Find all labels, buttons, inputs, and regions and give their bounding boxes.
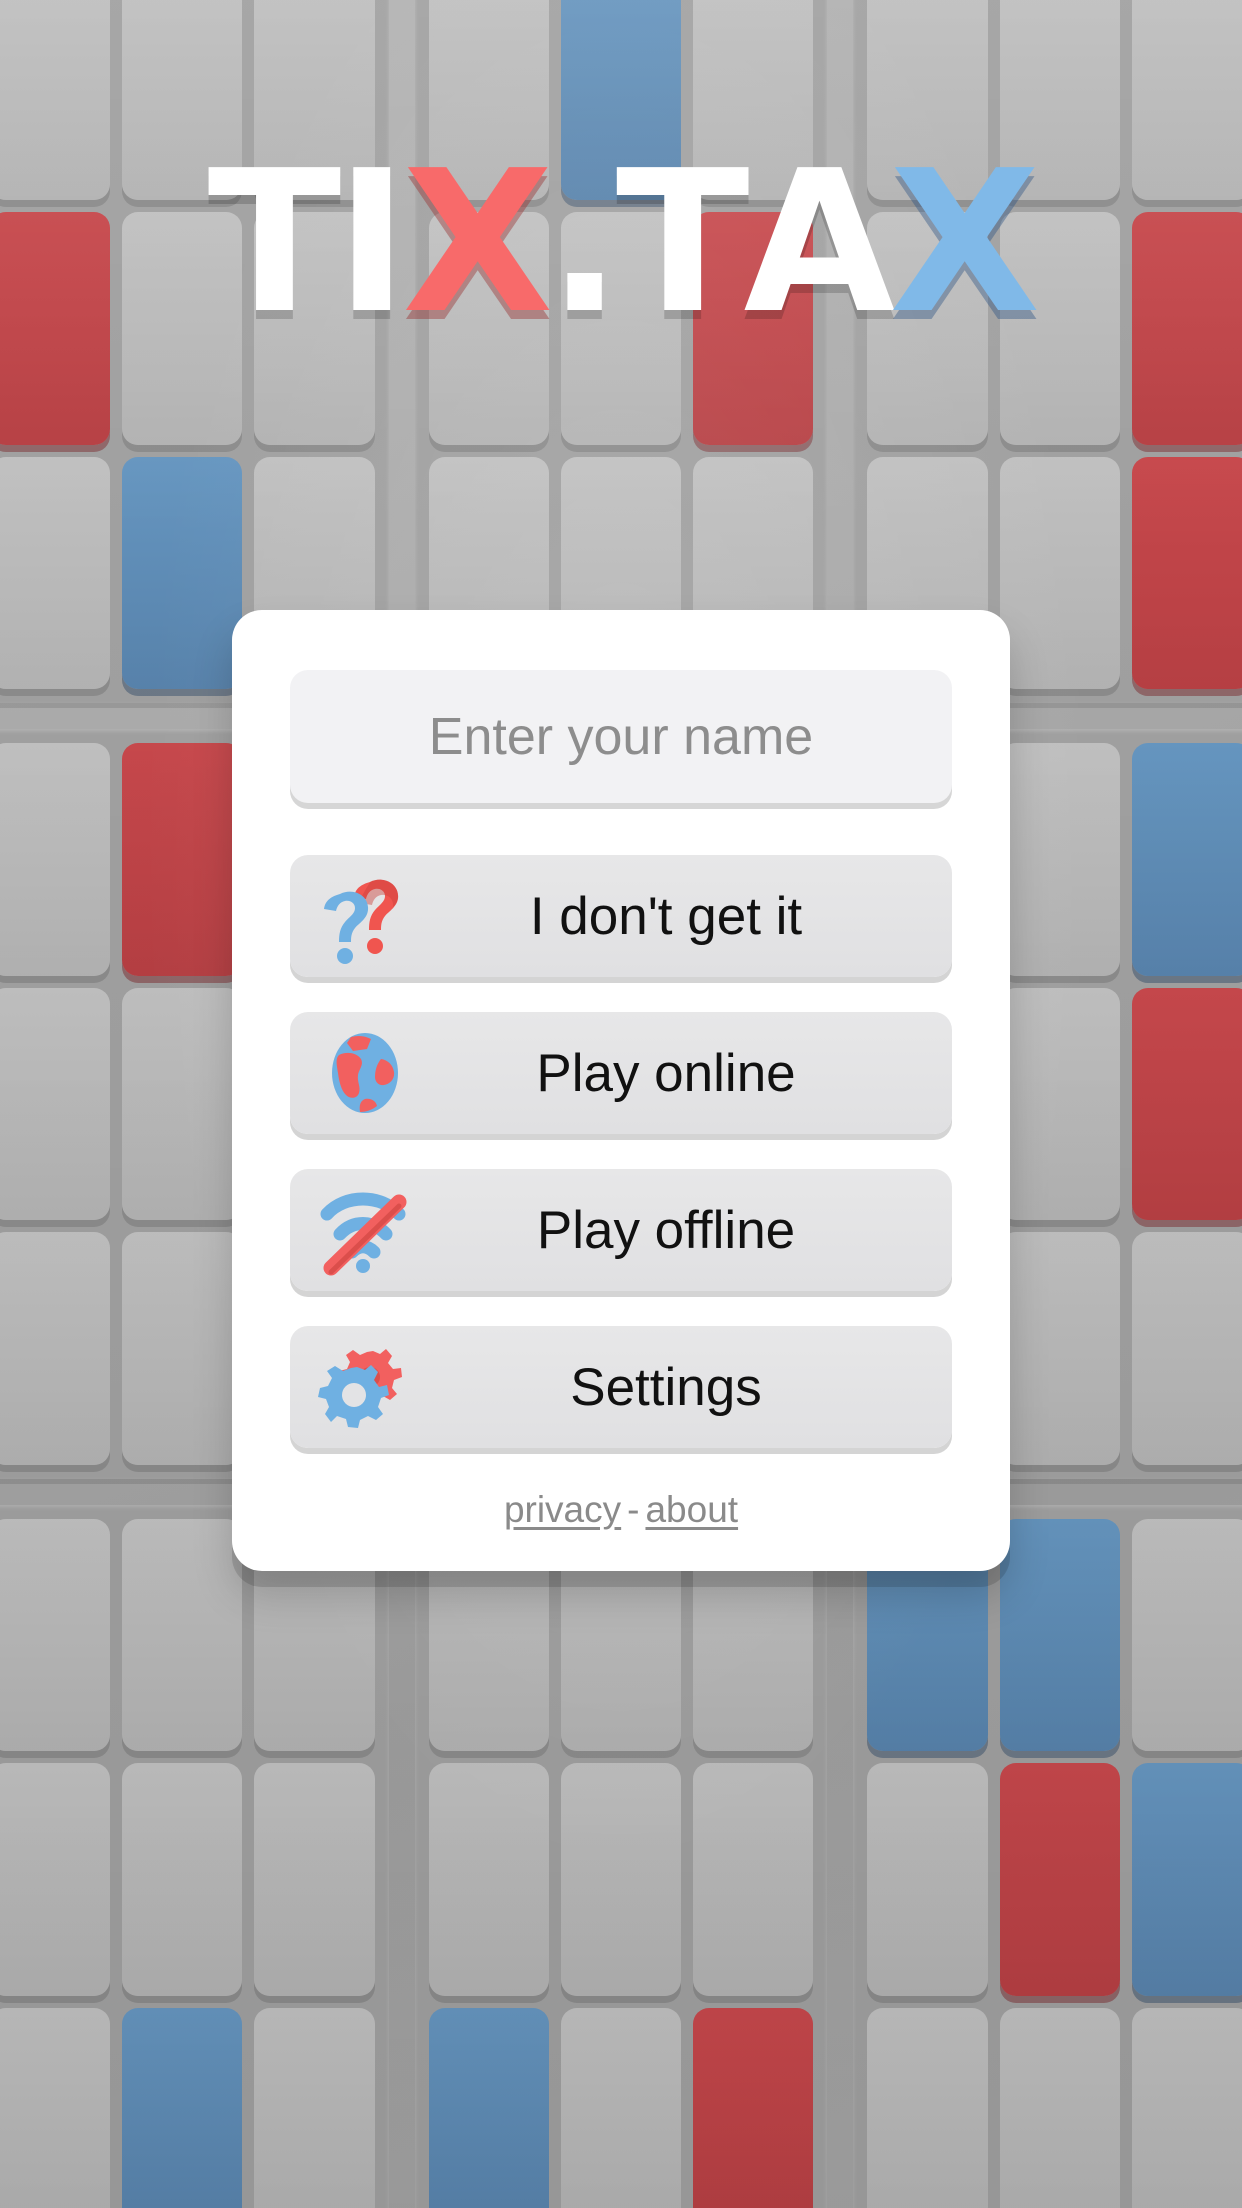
board-cell[interactable]	[1131, 456, 1242, 690]
board-cell[interactable]	[122, 0, 243, 201]
subboard	[414, 1504, 828, 2208]
board-cell[interactable]	[999, 1518, 1120, 1752]
main-menu-dialog: I don't get it Play online	[232, 610, 1010, 1571]
subboard	[853, 0, 1242, 704]
play-online-label: Play online	[536, 1043, 796, 1103]
board-cell[interactable]	[122, 1763, 243, 1996]
board-cell[interactable]	[999, 1763, 1120, 1996]
board-cell[interactable]	[0, 456, 111, 690]
board-cell[interactable]	[428, 2007, 549, 2208]
board-cell[interactable]	[867, 0, 988, 201]
about-link[interactable]: about	[645, 1489, 738, 1530]
how-to-play-label: I don't get it	[529, 886, 803, 946]
board-cell[interactable]	[122, 456, 243, 690]
board-cell[interactable]	[1131, 1518, 1242, 1752]
settings-label: Settings	[570, 1357, 762, 1417]
board-cell[interactable]	[122, 1518, 243, 1752]
how-to-play-button[interactable]: I don't get it	[290, 855, 952, 977]
board-cell[interactable]	[560, 0, 682, 201]
board-cell[interactable]	[0, 743, 111, 976]
board-cell[interactable]	[1131, 0, 1242, 201]
board-cell[interactable]	[999, 2007, 1120, 2208]
gears-icon	[290, 1339, 440, 1435]
board-cell[interactable]	[0, 212, 111, 445]
footer-separator: -	[627, 1489, 640, 1530]
board-cell[interactable]	[0, 987, 111, 1221]
board-cell[interactable]	[122, 2007, 243, 2208]
play-offline-label: Play offline	[536, 1200, 796, 1260]
board-cell[interactable]	[999, 212, 1120, 445]
board-cell[interactable]	[867, 2007, 988, 2208]
play-offline-button[interactable]: Play offline	[290, 1169, 952, 1291]
board-cell[interactable]	[0, 1763, 111, 1996]
board-cell[interactable]	[560, 1763, 682, 1996]
privacy-link[interactable]: privacy	[504, 1489, 621, 1530]
board-cell[interactable]	[867, 1763, 988, 1996]
board-cell[interactable]	[0, 1232, 111, 1465]
board-cell[interactable]	[122, 212, 243, 445]
board-cell[interactable]	[428, 0, 549, 201]
board-cell[interactable]	[560, 2007, 682, 2208]
board-cell[interactable]	[1131, 2007, 1242, 2208]
board-cell[interactable]	[999, 987, 1120, 1221]
board-cell[interactable]	[0, 1518, 111, 1752]
board-cell[interactable]	[999, 743, 1120, 976]
board-cell[interactable]	[122, 987, 243, 1221]
menu-button-list: I don't get it Play online Play offline …	[290, 855, 952, 1448]
board-cell[interactable]	[0, 2007, 111, 2208]
subboard	[853, 1504, 1242, 2208]
board-cell[interactable]	[0, 0, 111, 201]
name-input[interactable]	[290, 670, 952, 803]
board-cell[interactable]	[867, 212, 988, 445]
board-cell[interactable]	[254, 212, 375, 445]
board-cell[interactable]	[1131, 987, 1242, 1221]
board-cell[interactable]	[254, 2007, 375, 2208]
board-cell[interactable]	[693, 2007, 814, 2208]
settings-button[interactable]: Settings	[290, 1326, 952, 1448]
wifi-off-icon	[290, 1184, 440, 1276]
board-cell[interactable]	[693, 0, 814, 201]
board-cell[interactable]	[1131, 1763, 1242, 1996]
play-online-button[interactable]: Play online	[290, 1012, 952, 1134]
board-cell[interactable]	[254, 0, 375, 201]
board-cell[interactable]	[693, 1763, 814, 1996]
board-cell[interactable]	[1131, 1232, 1242, 1465]
board-cell[interactable]	[999, 1232, 1120, 1465]
question-marks-icon	[290, 868, 440, 964]
subboard	[414, 0, 828, 704]
board-cell[interactable]	[560, 212, 682, 445]
globe-icon	[290, 1025, 440, 1121]
board-cell[interactable]	[999, 0, 1120, 201]
subboard	[0, 1504, 389, 2208]
board-cell[interactable]	[1131, 212, 1242, 445]
board-cell[interactable]	[693, 212, 814, 445]
board-cell[interactable]	[122, 743, 243, 976]
board-cell[interactable]	[1131, 743, 1242, 976]
dialog-footer: privacy - about	[290, 1483, 952, 1537]
board-cell[interactable]	[122, 1232, 243, 1465]
board-cell[interactable]	[999, 456, 1120, 690]
subboard	[0, 0, 389, 704]
board-cell[interactable]	[254, 1763, 375, 1996]
app-root: TIX.TAX I	[0, 0, 1242, 2208]
board-cell[interactable]	[428, 1763, 549, 1996]
board-cell[interactable]	[428, 212, 549, 445]
